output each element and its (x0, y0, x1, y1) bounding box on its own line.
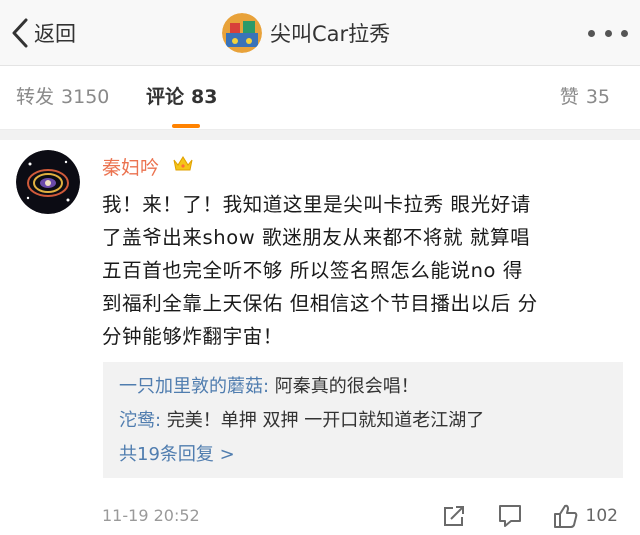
interaction-tabs: 转发 3150 评论 83 赞 35 (0, 66, 640, 130)
avatar[interactable] (16, 150, 80, 214)
comment-item: 秦妇吟 我！来！了！我知道这里是尖叫卡拉秀 眼光好请 了盖爷出来show 歌迷朋… (0, 140, 640, 535)
crown-badge-icon (173, 156, 193, 171)
share-icon[interactable] (440, 502, 468, 530)
tab-comment[interactable]: 评论 83 (146, 82, 217, 109)
more-button[interactable] (588, 18, 628, 48)
tab-like[interactable]: 赞 35 (560, 82, 610, 109)
comment-actions: 102 (440, 500, 618, 532)
back-button[interactable]: 返回 (10, 14, 76, 52)
comment-line: 分钟能够炸翻宇宙！ (102, 325, 283, 348)
comment-line: 了盖爷出来show 歌迷朋友从来都不将就 就算唱 (102, 226, 531, 249)
comment-username[interactable]: 秦妇吟 (102, 153, 159, 180)
tab-like-count: 35 (585, 86, 610, 108)
comment-line: 五百首也完全听不够 所以签名照怎么能说no 得 (102, 259, 523, 282)
tab-like-label: 赞 (559, 86, 579, 108)
tab-repost-count: 3150 (61, 86, 110, 108)
comment-icon[interactable] (496, 502, 524, 530)
like-count: 102 (585, 506, 618, 526)
comment-text: 我！来！了！我知道这里是尖叫卡拉秀 眼光好请 了盖爷出来show 歌迷朋友从来都… (102, 188, 622, 353)
thumbs-up-icon[interactable] (552, 502, 580, 530)
tab-repost-label: 转发 (16, 86, 55, 108)
comment-line: 到福利全靠上天保佑 但相信这个节目播出以后 分 (102, 292, 538, 315)
reply-item: 一只加里敦的蘑菇: 阿秦真的很会唱！ (119, 370, 607, 404)
page-title: 尖叫Car拉秀 (270, 22, 391, 46)
more-replies-link[interactable]: 共19条回复 > (119, 438, 607, 472)
tab-repost[interactable]: 转发 3150 (16, 82, 109, 109)
section-divider (0, 130, 640, 140)
chevron-left-icon (12, 18, 28, 48)
account-avatar[interactable] (222, 13, 262, 53)
reply-text: 阿秦真的很会唱！ (269, 376, 419, 397)
tab-comment-count: 83 (191, 86, 218, 108)
comment-line: 我！来！了！我知道这里是尖叫卡拉秀 眼光好请 (102, 193, 531, 216)
reply-author[interactable]: 一只加里敦的蘑菇: (119, 376, 269, 397)
top-nav-bar: 返回 尖叫Car拉秀 (0, 0, 640, 66)
back-label: 返回 (34, 22, 76, 46)
tab-comment-label: 评论 (146, 86, 185, 108)
reply-author[interactable]: 沱鸯: (119, 410, 161, 431)
reply-item: 沱鸯: 完美！单押 双押 一开口就知道老江湖了 (119, 404, 607, 438)
more-dots-icon (588, 29, 595, 37)
active-tab-indicator (172, 124, 200, 128)
reply-preview-box[interactable]: 一只加里敦的蘑菇: 阿秦真的很会唱！ 沱鸯: 完美！单押 双押 一开口就知道老江… (103, 362, 623, 478)
page-title-group: 尖叫Car拉秀 (222, 10, 390, 56)
comment-timestamp: 11-19 20:52 (102, 506, 200, 525)
reply-text: 完美！单押 双押 一开口就知道老江湖了 (161, 410, 485, 431)
